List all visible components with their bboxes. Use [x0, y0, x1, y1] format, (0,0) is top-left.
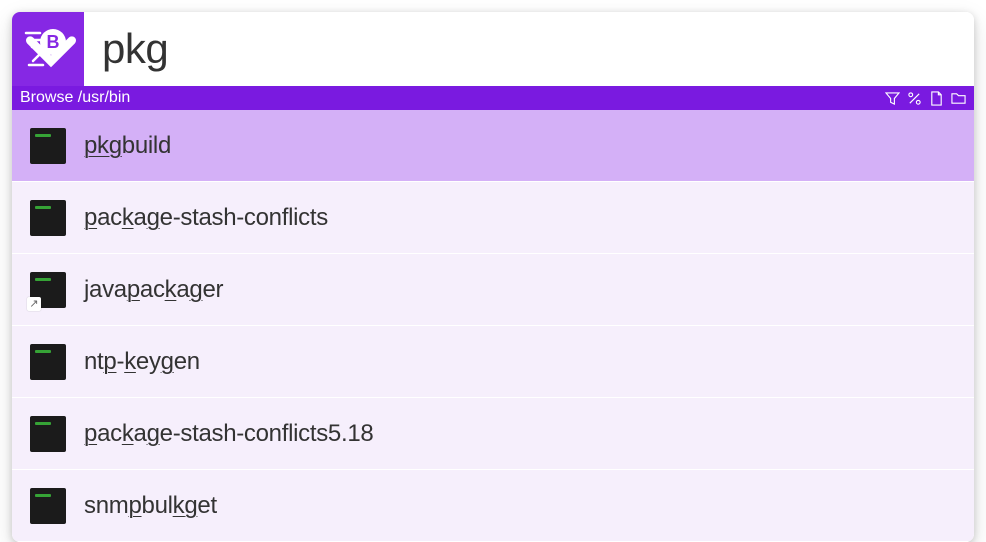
terminal-icon: [30, 128, 66, 164]
folder-icon[interactable]: [950, 90, 966, 106]
terminal-icon: [30, 344, 66, 380]
result-label: pkgbuild: [84, 132, 171, 160]
terminal-icon: [30, 416, 66, 452]
terminal-icon: [30, 200, 66, 236]
result-label: snmpbulkget: [84, 492, 217, 520]
app-logo-button[interactable]: B: [12, 12, 84, 86]
result-item[interactable]: ↗ javapackager: [12, 254, 974, 326]
breadcrumb-label: Browse /usr/bin: [20, 89, 130, 107]
breadcrumb-actions: [884, 90, 966, 106]
launcher-window: B Browse /usr/bin: [12, 12, 974, 542]
shortcut-badge-icon: ↗: [27, 297, 41, 311]
filter-icon[interactable]: [884, 90, 900, 106]
result-label: javapackager: [84, 276, 223, 304]
result-item[interactable]: pkgbuild: [12, 110, 974, 182]
breadcrumb-bar: Browse /usr/bin: [12, 86, 974, 110]
search-input[interactable]: [84, 12, 974, 86]
result-item[interactable]: snmpbulkget: [12, 470, 974, 542]
result-item[interactable]: package-stash-conflicts: [12, 182, 974, 254]
results-list: pkgbuild package-stash-conflicts ↗ javapack…: [12, 110, 974, 542]
percent-icon[interactable]: [906, 90, 922, 106]
terminal-icon: [30, 488, 66, 524]
result-item[interactable]: ntp-keygen: [12, 326, 974, 398]
search-bar: B: [12, 12, 974, 86]
terminal-icon: ↗: [30, 272, 66, 308]
result-label: package-stash-conflicts5.18: [84, 420, 373, 448]
result-item[interactable]: package-stash-conflicts5.18: [12, 398, 974, 470]
chevron-down-icon[interactable]: [26, 28, 76, 80]
result-label: ntp-keygen: [84, 348, 200, 376]
file-icon[interactable]: [928, 90, 944, 106]
result-label: package-stash-conflicts: [84, 204, 328, 232]
